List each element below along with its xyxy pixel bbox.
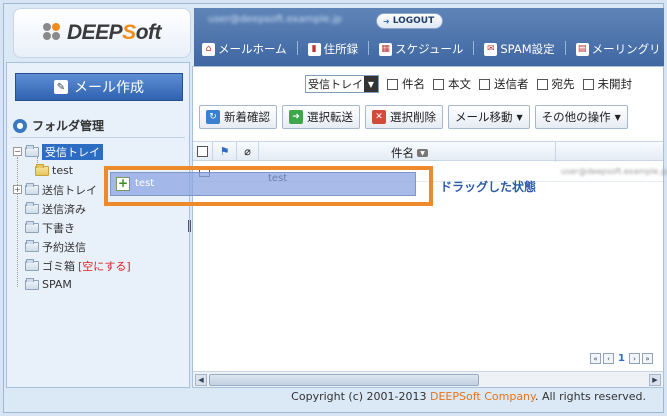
tab-separator [368, 41, 370, 55]
tab-mailing-list[interactable]: ▤ メーリングリ [575, 41, 661, 57]
tab-schedule[interactable]: ▦ スケジュール [379, 41, 463, 57]
empty-trash-link[interactable]: [空にする] [78, 258, 131, 274]
folder-scheduled[interactable]: 予約送信 [25, 238, 86, 255]
folder-icon [25, 220, 39, 233]
list-header: ⚑ ⌀ 件名 ▼ [193, 141, 663, 162]
drag-annotation: ドラッグした状態 [440, 180, 537, 194]
column-divider [555, 142, 556, 162]
logout-label: LOGOUT [392, 16, 435, 26]
logout-button[interactable]: ➜ LOGOUT [376, 13, 444, 29]
mailing-list-icon: ▤ [575, 42, 589, 56]
scroll-thumb[interactable] [209, 374, 479, 386]
logout-icon: ➜ [383, 16, 390, 26]
folder-drafts[interactable]: 下書き [25, 219, 75, 236]
filter-body-checkbox[interactable] [433, 78, 444, 90]
folder-management-icon: ● [13, 118, 27, 133]
divider [11, 137, 185, 138]
folder-sent[interactable]: + 送信トレイ [13, 181, 97, 198]
sidebar: ✎ メール作成 ● フォルダ管理 − 受信トレイ test + 送信トレイ 送信… [6, 62, 190, 388]
move-mail-button[interactable]: メール移動 ▼ [448, 105, 530, 129]
collapse-toggle-icon[interactable]: − [13, 147, 22, 156]
trash-folder-icon [25, 258, 39, 271]
tab-spam-settings[interactable]: ✉ SPAM設定 [484, 41, 555, 57]
nav-tabs: ⌂ メールホーム ▮ 住所録 ▦ スケジュール ✉ SPAM設定 ▤ メーリング… [202, 41, 661, 57]
check-new-button[interactable]: ↻ 新着確認 [199, 105, 277, 129]
scroll-left-icon[interactable]: ◀ [195, 374, 207, 386]
mail-list-panel: 受信トレイ ▼ 件名 本文 送信者 宛先 未開封 ↻ 新着確認 ➜ 選択転送 ✕… [192, 66, 667, 388]
filter-recipient-checkbox[interactable] [536, 78, 548, 90]
horizontal-scrollbar[interactable]: ◀ ▶ [193, 371, 663, 387]
folder-trash[interactable]: ゴミ箱 [空にする] [25, 257, 131, 274]
folder-inbox[interactable]: − 受信トレイ [13, 143, 103, 160]
expand-toggle-icon[interactable]: + [13, 185, 22, 194]
attachment-column-icon[interactable]: ⌀ [237, 141, 259, 161]
row-sender: user@deepsoft.example.jp [561, 167, 667, 176]
folder-test[interactable]: test [35, 162, 73, 179]
delete-icon: ✕ [372, 110, 386, 124]
tab-address-book[interactable]: ▮ 住所録 [307, 41, 358, 57]
folder-management-heading: ● フォルダ管理 [13, 117, 104, 134]
filter-subject-checkbox[interactable] [387, 78, 398, 90]
other-actions-button[interactable]: その他の操作 ▼ [534, 105, 628, 129]
forward-selected-button[interactable]: ➜ 選択転送 [282, 105, 360, 129]
splitter-handle[interactable] [188, 220, 191, 232]
tree-guide [17, 157, 18, 287]
folder-spam[interactable]: SPAM [25, 276, 72, 293]
company-link[interactable]: DEEPSoft Company [430, 390, 535, 403]
select-all-checkbox[interactable] [197, 145, 208, 157]
next-page-icon[interactable]: › [629, 353, 640, 364]
chevron-down-icon: ▼ [614, 112, 621, 122]
calendar-icon: ▦ [379, 42, 393, 56]
filter-sender-checkbox[interactable] [479, 78, 490, 90]
folder-icon [25, 277, 39, 290]
tab-mail-home[interactable]: ⌂ メールホーム [202, 41, 287, 57]
tab-separator [564, 41, 566, 55]
folder-icon [25, 201, 39, 214]
folder-icon [35, 163, 49, 176]
first-page-icon[interactable]: « [590, 353, 602, 364]
subject-column-header[interactable]: 件名 ▼ [391, 145, 428, 161]
tab-separator [473, 41, 475, 55]
folder-icon [25, 182, 39, 195]
forward-icon: ➜ [289, 110, 303, 124]
search-filter-row: 受信トレイ ▼ 件名 本文 送信者 宛先 未開封 [305, 75, 632, 93]
page-number[interactable]: 1 [616, 353, 627, 364]
folder-sent-done[interactable]: 送信済み [25, 200, 86, 217]
pager: « ‹ 1 › » [590, 353, 653, 364]
footer: Copyright (c) 2001-2013 DEEPSoft Company… [291, 390, 646, 403]
chevron-down-icon: ▼ [516, 112, 523, 122]
last-page-icon[interactable]: » [642, 353, 653, 364]
address-book-icon: ▮ [307, 42, 321, 56]
compose-icon: ✎ [54, 80, 68, 94]
filter-unread-checkbox[interactable] [582, 78, 594, 90]
compose-button[interactable]: ✎ メール作成 [15, 73, 183, 101]
scroll-right-icon[interactable]: ▶ [649, 374, 661, 386]
top-header: user@deepsoft.example.jp ➜ LOGOUT ⌂ メールホ… [194, 8, 664, 66]
tab-separator [296, 41, 298, 55]
user-info: user@deepsoft.example.jp [208, 14, 342, 25]
folder-select[interactable]: 受信トレイ ▼ [305, 75, 379, 93]
refresh-icon: ↻ [206, 110, 220, 124]
drag-highlight-box [104, 166, 433, 206]
sort-icon: ▼ [417, 149, 428, 157]
chevron-down-icon: ▼ [364, 76, 378, 92]
folder-icon [25, 144, 39, 157]
logo-mark-icon [42, 23, 63, 43]
flag-column-icon[interactable]: ⚑ [213, 141, 237, 161]
prev-page-icon[interactable]: ‹ [603, 353, 615, 364]
toolbar: ↻ 新着確認 ➜ 選択転送 ✕ 選択削除 メール移動 ▼ その他の操作 ▼ [199, 105, 628, 129]
folder-icon [25, 239, 39, 252]
spam-icon: ✉ [484, 42, 498, 56]
select-all-cell [193, 141, 213, 161]
logo-text: DEEPSoft [66, 21, 162, 44]
home-icon: ⌂ [202, 42, 215, 56]
delete-selected-button[interactable]: ✕ 選択削除 [365, 105, 443, 129]
logo[interactable]: DEEPSoft [13, 8, 191, 58]
